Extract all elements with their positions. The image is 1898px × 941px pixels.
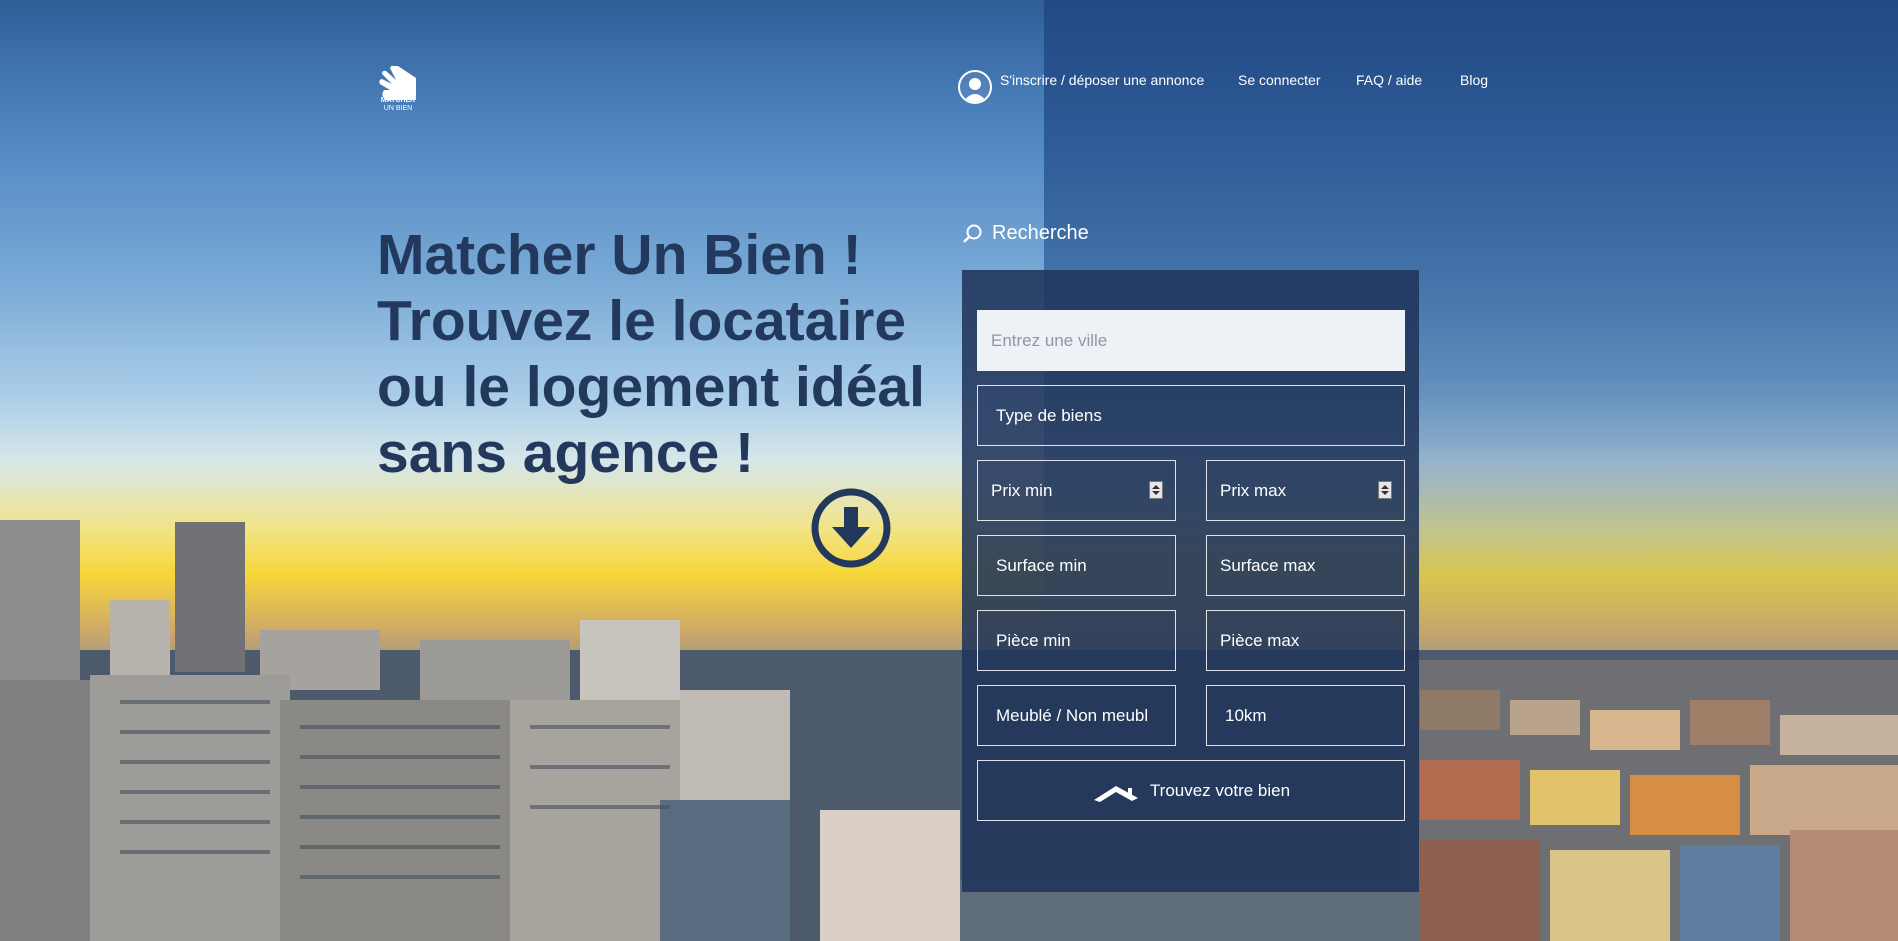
city-input[interactable]: Entrez une ville [977,310,1405,371]
logo-line1: MATCHER [380,97,416,104]
nav-register-link[interactable]: S'inscrire / déposer une annonce [1000,72,1204,88]
price-min-stepper-icon[interactable] [1149,481,1163,499]
price-max-label: Prix max [1220,481,1287,500]
hero-line-2: Trouvez le locataire [377,289,907,353]
hero-title: Matcher Un Bien ! Trouvez le locataire o… [377,222,937,486]
nav-blog-link[interactable]: Blog [1460,72,1488,88]
search-heading-label: Recherche [992,222,1089,244]
hero-line-3: ou le logement idéal [377,355,925,419]
hero-line-4: sans agence ! [377,421,755,485]
scroll-down-arrow-icon[interactable] [810,487,892,569]
rooms-min-select[interactable]: Pièce min [977,610,1176,671]
surface-max-select[interactable]: Surface max [1206,535,1405,596]
furnished-select[interactable]: Meublé / Non meubl [977,685,1176,746]
search-icon [963,224,982,243]
user-avatar-icon[interactable] [958,70,992,104]
search-panel: Entrez une ville Type de biens Prix min … [962,270,1419,892]
search-heading: Recherche [962,222,1089,245]
background-cityscape [0,0,1898,941]
price-min-label: Prix min [991,481,1053,500]
surface-min-select[interactable]: Surface min [977,535,1176,596]
price-min-input[interactable]: Prix min [977,460,1176,521]
nav-faq-link[interactable]: FAQ / aide [1356,72,1422,88]
nav-login-link[interactable]: Se connecter [1238,72,1321,88]
city-skyline [0,520,1898,941]
logo-line2: UN BIEN [383,105,413,112]
price-max-stepper-icon[interactable] [1378,481,1392,499]
property-type-select[interactable]: Type de biens [977,385,1405,446]
price-max-input[interactable]: Prix max [1206,460,1405,521]
search-submit-button[interactable]: Trouvez votre bien [977,760,1405,821]
radius-select[interactable]: 10km [1206,685,1405,746]
search-submit-label: Trouvez votre bien [1149,781,1291,800]
hero-line-1: Matcher Un Bien ! [377,223,862,287]
logo-wordmark[interactable]: MATCHER UN BIEN [376,97,420,113]
house-roof-icon [1093,785,1138,802]
rooms-max-select[interactable]: Pièce max [1206,610,1405,671]
